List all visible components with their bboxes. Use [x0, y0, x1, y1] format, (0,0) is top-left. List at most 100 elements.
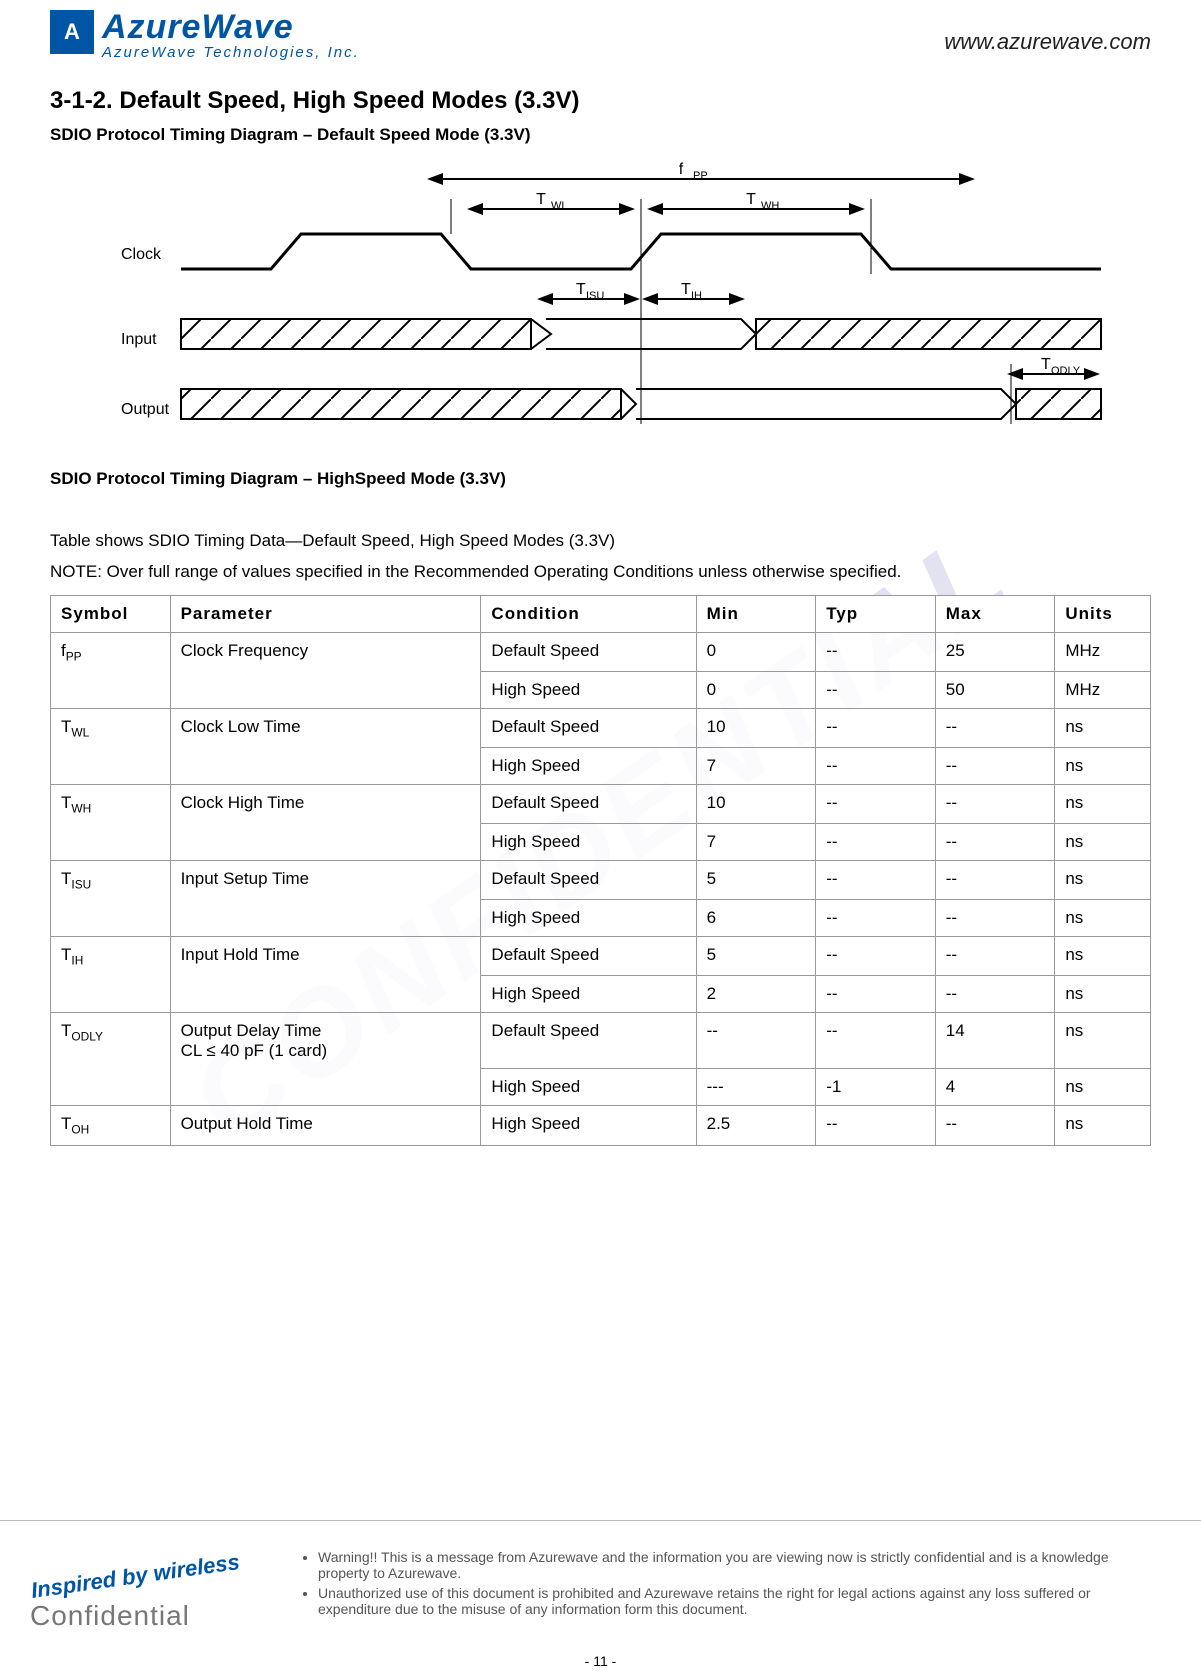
- table-cell: ns: [1055, 709, 1151, 748]
- table-cell: [51, 899, 171, 936]
- table-cell: MHz: [1055, 672, 1151, 709]
- timing-diagram: f PP T WL T WH Clock TISU TIH Input: [91, 159, 1111, 439]
- table-cell: High Speed: [481, 1069, 696, 1106]
- table-cell: High Speed: [481, 824, 696, 861]
- table-cell: ns: [1055, 899, 1151, 936]
- table-cell: 10: [696, 709, 816, 748]
- table-cell: --: [935, 899, 1055, 936]
- table-cell: --: [696, 1012, 816, 1069]
- logo-block: A AzureWave AzureWave Technologies, Inc.: [50, 10, 360, 61]
- table-cell: Output Hold Time: [170, 1106, 481, 1145]
- table-cell: [51, 975, 171, 1012]
- table-cell: Default Speed: [481, 861, 696, 900]
- table-cell: ns: [1055, 824, 1151, 861]
- table-cell: --: [935, 824, 1055, 861]
- table-cell: 14: [935, 1012, 1055, 1069]
- table-cell: Input Setup Time: [170, 861, 481, 900]
- table-cell: --: [816, 899, 936, 936]
- table-cell: 2.5: [696, 1106, 816, 1145]
- table-cell: 5: [696, 861, 816, 900]
- table-cell: --: [935, 975, 1055, 1012]
- table-row: TWLClock Low TimeDefault Speed10----ns: [51, 709, 1151, 748]
- table-cell: 0: [696, 672, 816, 709]
- diagram-caption-1: SDIO Protocol Timing Diagram – Default S…: [50, 125, 1151, 145]
- table-row: TODLYOutput Delay TimeCL ≤ 40 pF (1 card…: [51, 1012, 1151, 1069]
- table-cell: [51, 824, 171, 861]
- table-cell: [51, 748, 171, 785]
- table-cell: --: [816, 1106, 936, 1145]
- label-clock: Clock: [121, 246, 162, 263]
- table-cell: --: [816, 709, 936, 748]
- table-cell: Default Speed: [481, 785, 696, 824]
- table-row: High Speed6----ns: [51, 899, 1151, 936]
- svg-text:T: T: [681, 281, 691, 298]
- table-row: High Speed0--50MHz: [51, 672, 1151, 709]
- table-cell: [170, 1069, 481, 1106]
- th-min: Min: [696, 596, 816, 633]
- svg-text:T: T: [536, 191, 546, 208]
- table-cell: ns: [1055, 785, 1151, 824]
- table-cell: 6: [696, 899, 816, 936]
- table-cell: --: [935, 1106, 1055, 1145]
- table-row: TISUInput Setup TimeDefault Speed5----ns: [51, 861, 1151, 900]
- table-cell: --: [816, 975, 936, 1012]
- table-cell: --: [816, 785, 936, 824]
- table-cell: --: [816, 936, 936, 975]
- table-row: TIHInput Hold TimeDefault Speed5----ns: [51, 936, 1151, 975]
- table-row: TOHOutput Hold TimeHigh Speed2.5----ns: [51, 1106, 1151, 1145]
- table-cell: ---: [696, 1069, 816, 1106]
- table-cell: --: [816, 633, 936, 672]
- th-symbol: Symbol: [51, 596, 171, 633]
- table-cell: TWH: [51, 785, 171, 824]
- table-cell: 2: [696, 975, 816, 1012]
- logo-icon: A: [50, 10, 94, 54]
- table-cell: --: [816, 861, 936, 900]
- table-cell: --: [816, 824, 936, 861]
- table-cell: --: [935, 861, 1055, 900]
- table-cell: High Speed: [481, 1106, 696, 1145]
- table-cell: --: [816, 1012, 936, 1069]
- table-cell: 7: [696, 824, 816, 861]
- table-cell: High Speed: [481, 899, 696, 936]
- table-cell: --: [816, 748, 936, 785]
- table-cell: --: [935, 709, 1055, 748]
- table-cell: -1: [816, 1069, 936, 1106]
- svg-text:ODLY: ODLY: [1051, 365, 1081, 377]
- table-cell: [170, 672, 481, 709]
- logo-text: AzureWave: [102, 10, 360, 44]
- table-cell: Clock Low Time: [170, 709, 481, 748]
- table-cell: Default Speed: [481, 633, 696, 672]
- table-cell: Output Delay TimeCL ≤ 40 pF (1 card): [170, 1012, 481, 1069]
- table-cell: TIH: [51, 936, 171, 975]
- table-cell: Default Speed: [481, 936, 696, 975]
- table-cell: 0: [696, 633, 816, 672]
- footer-confidential: Confidential: [30, 1600, 290, 1632]
- table-cell: ns: [1055, 1012, 1151, 1069]
- table-cell: Default Speed: [481, 709, 696, 748]
- table-row: High Speed2----ns: [51, 975, 1151, 1012]
- page-number: - 11 -: [585, 1653, 617, 1669]
- table-cell: [170, 748, 481, 785]
- table-cell: [51, 672, 171, 709]
- table-cell: TWL: [51, 709, 171, 748]
- table-cell: High Speed: [481, 672, 696, 709]
- table-cell: 50: [935, 672, 1055, 709]
- table-cell: [170, 975, 481, 1012]
- svg-text:T: T: [576, 281, 586, 298]
- label-input: Input: [121, 331, 157, 348]
- table-cell: --: [816, 672, 936, 709]
- footer-warning-2: Unauthorized use of this document is pro…: [318, 1585, 1161, 1617]
- svg-text:IH: IH: [691, 290, 702, 302]
- table-row: High Speed7----ns: [51, 824, 1151, 861]
- th-parameter: Parameter: [170, 596, 481, 633]
- svg-text:ISU: ISU: [586, 290, 604, 302]
- table-cell: --: [935, 785, 1055, 824]
- table-cell: ns: [1055, 861, 1151, 900]
- table-row: High Speed7----ns: [51, 748, 1151, 785]
- th-typ: Typ: [816, 596, 936, 633]
- table-cell: ns: [1055, 1069, 1151, 1106]
- table-cell: [170, 824, 481, 861]
- table-cell: 25: [935, 633, 1055, 672]
- footer-warning-1: Warning!! This is a message from Azurewa…: [318, 1549, 1161, 1581]
- table-cell: High Speed: [481, 975, 696, 1012]
